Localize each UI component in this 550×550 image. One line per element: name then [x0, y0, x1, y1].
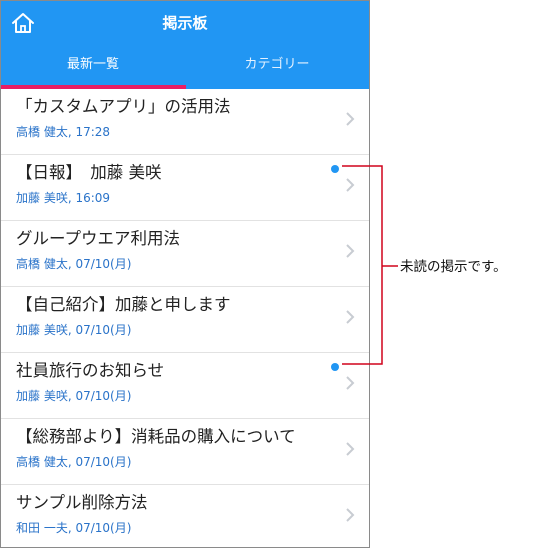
callout-label: 未読の掲示です。 — [400, 259, 507, 275]
